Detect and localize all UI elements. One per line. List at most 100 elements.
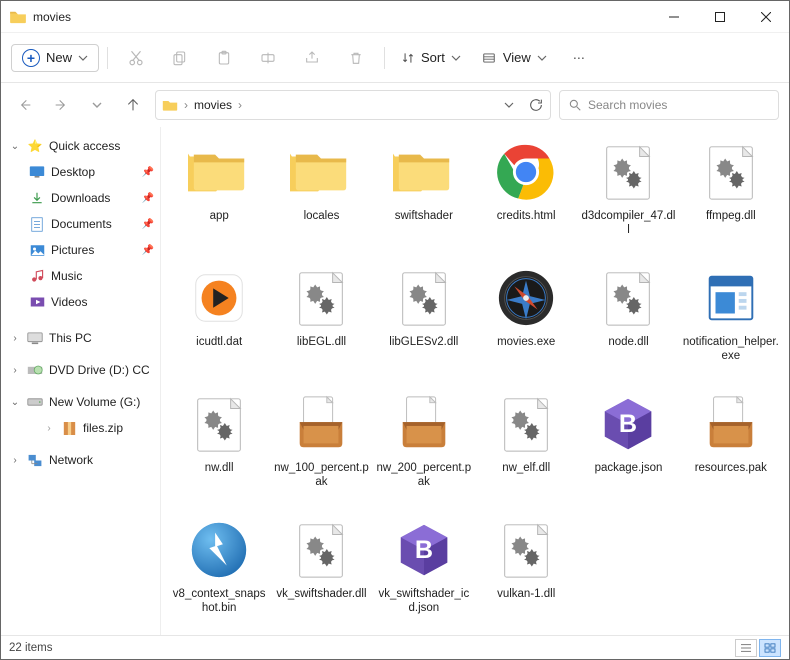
- view-button[interactable]: View: [473, 50, 555, 65]
- folder-icon: [288, 139, 354, 205]
- file-item[interactable]: app: [169, 137, 269, 259]
- dll-icon: [698, 139, 764, 205]
- sidebar-item-this-pc[interactable]: ›This PC: [1, 325, 160, 351]
- more-button[interactable]: ⋯: [559, 40, 599, 76]
- close-button[interactable]: [743, 1, 789, 33]
- icons-view-button[interactable]: [759, 639, 781, 657]
- pak-icon: [391, 391, 457, 457]
- window-title: movies: [33, 10, 71, 24]
- sort-icon: [401, 51, 415, 65]
- sidebar-item-pictures[interactable]: Pictures📌: [1, 237, 160, 263]
- share-button[interactable]: [292, 40, 332, 76]
- file-item[interactable]: nw.dll: [169, 389, 269, 511]
- compass-icon: [493, 265, 559, 331]
- drive-icon: [27, 394, 43, 410]
- file-label: package.json: [595, 461, 663, 475]
- rename-button[interactable]: [248, 40, 288, 76]
- file-item[interactable]: d3dcompiler_47.dll: [578, 137, 678, 259]
- file-item[interactable]: nw_elf.dll: [476, 389, 576, 511]
- bbedit-icon: [391, 517, 457, 583]
- downloads-icon: [29, 190, 45, 206]
- sidebar-item-downloads[interactable]: Downloads📌: [1, 185, 160, 211]
- up-button[interactable]: [119, 91, 147, 119]
- sidebar-item-dvd[interactable]: ›DVD Drive (D:) CCCC: [1, 357, 160, 383]
- chrome-icon: [493, 139, 559, 205]
- sidebar-item-files-zip[interactable]: ›files.zip: [1, 415, 160, 441]
- sidebar-item-music[interactable]: Music: [1, 263, 160, 289]
- file-item[interactable]: vk_swiftshader.dll: [271, 515, 371, 635]
- sidebar-item-network[interactable]: ›Network: [1, 447, 160, 473]
- sidebar-item-new-volume[interactable]: ⌄New Volume (G:): [1, 389, 160, 415]
- navigation-bar: › movies › Search movies: [1, 83, 789, 127]
- pin-icon: 📌: [142, 193, 154, 204]
- maximize-button[interactable]: [697, 1, 743, 33]
- folder-icon: [162, 98, 178, 112]
- file-item[interactable]: credits.html: [476, 137, 576, 259]
- file-item[interactable]: node.dll: [578, 263, 678, 385]
- desktop-icon: [29, 164, 45, 180]
- file-item[interactable]: libGLESv2.dll: [374, 263, 474, 385]
- window-folder-icon: [9, 10, 27, 24]
- sidebar-item-desktop[interactable]: Desktop📌: [1, 159, 160, 185]
- file-item[interactable]: swiftshader: [374, 137, 474, 259]
- pin-icon: 📌: [142, 167, 154, 178]
- dll-icon: [493, 391, 559, 457]
- music-icon: [29, 268, 45, 284]
- view-icon: [481, 51, 497, 65]
- folder-icon: [391, 139, 457, 205]
- sidebar-item-quick-access[interactable]: ⌄⭐Quick access: [1, 133, 160, 159]
- file-label: nw.dll: [205, 461, 234, 475]
- recent-button[interactable]: [83, 91, 111, 119]
- dll-icon: [493, 517, 559, 583]
- breadcrumb[interactable]: movies: [194, 98, 232, 112]
- cut-button[interactable]: [116, 40, 156, 76]
- file-label: d3dcompiler_47.dll: [580, 209, 676, 238]
- sort-button[interactable]: Sort: [393, 50, 469, 65]
- daemon-icon: [186, 517, 252, 583]
- copy-button[interactable]: [160, 40, 200, 76]
- videos-icon: [29, 294, 45, 310]
- file-item[interactable]: notification_helper.exe: [681, 263, 781, 385]
- search-input[interactable]: Search movies: [559, 90, 779, 120]
- file-item[interactable]: locales: [271, 137, 371, 259]
- dll-icon: [288, 517, 354, 583]
- network-icon: [27, 452, 43, 468]
- file-item[interactable]: package.json: [578, 389, 678, 511]
- refresh-icon[interactable]: [528, 97, 544, 113]
- file-label: app: [210, 209, 229, 223]
- chevron-down-icon[interactable]: [504, 100, 514, 110]
- pin-icon: 📌: [142, 219, 154, 230]
- address-bar[interactable]: › movies ›: [155, 90, 551, 120]
- minimize-button[interactable]: [651, 1, 697, 33]
- file-item[interactable]: movies.exe: [476, 263, 576, 385]
- file-item[interactable]: vulkan-1.dll: [476, 515, 576, 635]
- pak-icon: [698, 391, 764, 457]
- file-item[interactable]: nw_100_percent.pak: [271, 389, 371, 511]
- details-view-button[interactable]: [735, 639, 757, 657]
- file-label: vulkan-1.dll: [497, 587, 555, 601]
- file-item[interactable]: resources.pak: [681, 389, 781, 511]
- chevron-down-icon: [537, 53, 547, 63]
- file-label: node.dll: [608, 335, 648, 349]
- search-placeholder: Search movies: [588, 98, 667, 112]
- status-bar: 22 items: [1, 635, 789, 659]
- sidebar-item-documents[interactable]: Documents📌: [1, 211, 160, 237]
- file-item[interactable]: ffmpeg.dll: [681, 137, 781, 259]
- file-item[interactable]: nw_200_percent.pak: [374, 389, 474, 511]
- file-item[interactable]: icudtl.dat: [169, 263, 269, 385]
- file-label: credits.html: [497, 209, 556, 223]
- file-label: nw_200_percent.pak: [376, 461, 472, 490]
- file-item[interactable]: libEGL.dll: [271, 263, 371, 385]
- chevron-down-icon: [78, 53, 88, 63]
- file-item[interactable]: v8_context_snapshot.bin: [169, 515, 269, 635]
- back-button[interactable]: [11, 91, 39, 119]
- pak-icon: [288, 391, 354, 457]
- new-label: New: [46, 50, 72, 65]
- paste-button[interactable]: [204, 40, 244, 76]
- file-item[interactable]: vk_swiftshader_icd.json: [374, 515, 474, 635]
- sidebar-item-videos[interactable]: Videos: [1, 289, 160, 315]
- breadcrumb-separator: ›: [238, 98, 242, 112]
- new-button[interactable]: + New: [11, 44, 99, 72]
- delete-button[interactable]: [336, 40, 376, 76]
- forward-button[interactable]: [47, 91, 75, 119]
